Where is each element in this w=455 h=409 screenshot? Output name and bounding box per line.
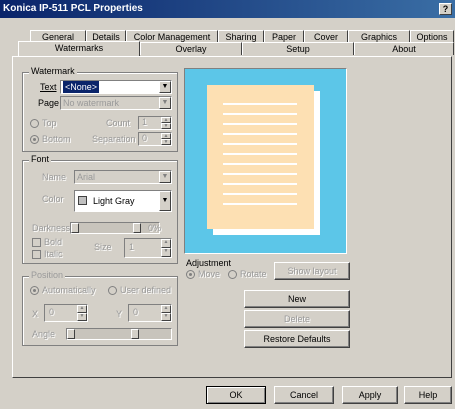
text-value: <None>	[63, 81, 100, 93]
top-label: Top	[42, 118, 57, 128]
font-group-label: Font	[29, 154, 52, 164]
ok-button[interactable]: OK	[206, 386, 266, 404]
page-line	[223, 153, 297, 155]
font-name-value: Arial	[77, 172, 96, 182]
new-button[interactable]: New	[244, 290, 350, 308]
page-preview-icon	[207, 85, 314, 229]
tab-setup[interactable]: Setup	[242, 42, 354, 55]
slider-thumb[interactable]	[131, 329, 139, 339]
slider-thumb[interactable]	[133, 223, 141, 233]
y-value: 0	[133, 307, 139, 317]
angle-label: Angle	[32, 329, 56, 339]
size-spinner[interactable]: 1 ▲ ▼	[124, 238, 172, 258]
page-line	[223, 143, 297, 145]
page-line	[223, 163, 297, 165]
text-combo[interactable]: <None> ▼	[60, 80, 172, 94]
spin-down-icon[interactable]: ▼	[161, 248, 171, 257]
user-defined-label: User defined	[120, 285, 172, 295]
automatically-label: Automatically	[42, 285, 96, 295]
spin-down-icon[interactable]: ▼	[77, 313, 87, 321]
spin-up-icon[interactable]: ▲	[161, 305, 171, 313]
chevron-down-icon[interactable]: ▼	[159, 171, 171, 183]
move-label: Move	[198, 269, 221, 279]
color-swatch	[78, 196, 87, 205]
separation-label: Separation	[92, 134, 136, 144]
spin-down-icon[interactable]: ▼	[161, 123, 171, 129]
automatically-radio[interactable]	[30, 286, 39, 295]
page-line	[223, 173, 297, 175]
user-defined-radio[interactable]	[108, 286, 117, 295]
tab-watermarks[interactable]: Watermarks	[18, 41, 140, 56]
help-button[interactable]: Help	[404, 386, 452, 404]
separation-value: 0	[142, 133, 148, 143]
y-label: Y	[116, 309, 123, 319]
darkness-label: Darkness	[32, 223, 71, 233]
slider-left-arrow-icon[interactable]	[67, 329, 75, 339]
slider-left-arrow-icon[interactable]	[71, 223, 79, 233]
chevron-down-icon[interactable]: ▼	[159, 191, 171, 211]
chevron-down-icon[interactable]: ▼	[159, 81, 171, 93]
show-layout-button[interactable]: Show layout	[274, 262, 350, 280]
delete-button[interactable]: Delete	[244, 310, 350, 328]
page-combo[interactable]: No watermark ▼	[60, 96, 172, 110]
tab-overlay[interactable]: Overlay	[140, 42, 242, 55]
spin-down-icon[interactable]: ▼	[161, 139, 171, 145]
bold-checkbox[interactable]	[32, 238, 41, 247]
bottom-label: Bottom	[42, 134, 71, 144]
title-bar: Konica IP-511 PCL Properties ?	[0, 0, 455, 18]
help-title-button[interactable]: ?	[439, 3, 452, 15]
top-radio[interactable]	[30, 119, 39, 128]
watermark-group-label: Watermark	[29, 66, 77, 76]
tab-about[interactable]: About	[354, 42, 454, 55]
count-label: Count	[106, 118, 131, 128]
angle-slider[interactable]	[66, 328, 172, 340]
spin-down-icon[interactable]: ▼	[161, 313, 171, 321]
rotate-radio[interactable]	[228, 270, 237, 279]
darkness-slider[interactable]	[70, 222, 160, 234]
page-line	[223, 193, 297, 195]
font-name-combo[interactable]: Arial ▼	[74, 170, 172, 184]
adjustment-label: Adjustment	[186, 258, 232, 268]
rotate-label: Rotate	[240, 269, 267, 279]
spin-up-icon[interactable]: ▲	[77, 305, 87, 313]
name-label: Name	[42, 172, 67, 182]
page-line	[223, 123, 297, 125]
text-label: Text	[40, 82, 57, 92]
page-label: Page	[38, 98, 60, 108]
chevron-down-icon[interactable]: ▼	[159, 97, 171, 109]
font-color-value: Light Gray	[93, 196, 135, 206]
watermark-preview	[184, 68, 347, 254]
page-line	[223, 133, 297, 135]
page-line	[223, 113, 297, 115]
bold-label: Bold	[44, 237, 63, 247]
italic-checkbox[interactable]	[32, 250, 41, 259]
spin-up-icon[interactable]: ▲	[161, 239, 171, 248]
page-line	[223, 183, 297, 185]
darkness-value: 0%	[148, 223, 162, 233]
tab-row-2: Watermarks Overlay Setup About	[0, 41, 455, 56]
move-radio[interactable]	[186, 270, 195, 279]
position-group-label: Position	[29, 270, 66, 280]
y-spinner[interactable]: 0 ▲ ▼	[128, 304, 172, 322]
x-value: 0	[49, 307, 55, 317]
properties-dialog: Konica IP-511 PCL Properties ? General D…	[0, 0, 455, 409]
cancel-button[interactable]: Cancel	[274, 386, 334, 404]
size-value: 1	[129, 242, 135, 252]
count-value: 1	[142, 117, 148, 127]
font-color-combo[interactable]: Light Gray ▼	[74, 190, 172, 212]
italic-label: Italic	[44, 249, 63, 259]
size-label: Size	[94, 242, 112, 252]
x-label: X	[32, 309, 39, 319]
color-label: Color	[42, 194, 64, 204]
separation-spinner[interactable]: 0 ▲ ▼	[138, 132, 172, 146]
x-spinner[interactable]: 0 ▲ ▼	[44, 304, 88, 322]
apply-button[interactable]: Apply	[342, 386, 398, 404]
bottom-radio[interactable]	[30, 135, 39, 144]
restore-defaults-button[interactable]: Restore Defaults	[244, 330, 350, 348]
count-spinner[interactable]: 1 ▲ ▼	[138, 116, 172, 130]
page-line	[223, 103, 297, 105]
window-title: Konica IP-511 PCL Properties	[3, 3, 143, 14]
page-line	[223, 203, 297, 205]
page-value: No watermark	[63, 98, 120, 108]
